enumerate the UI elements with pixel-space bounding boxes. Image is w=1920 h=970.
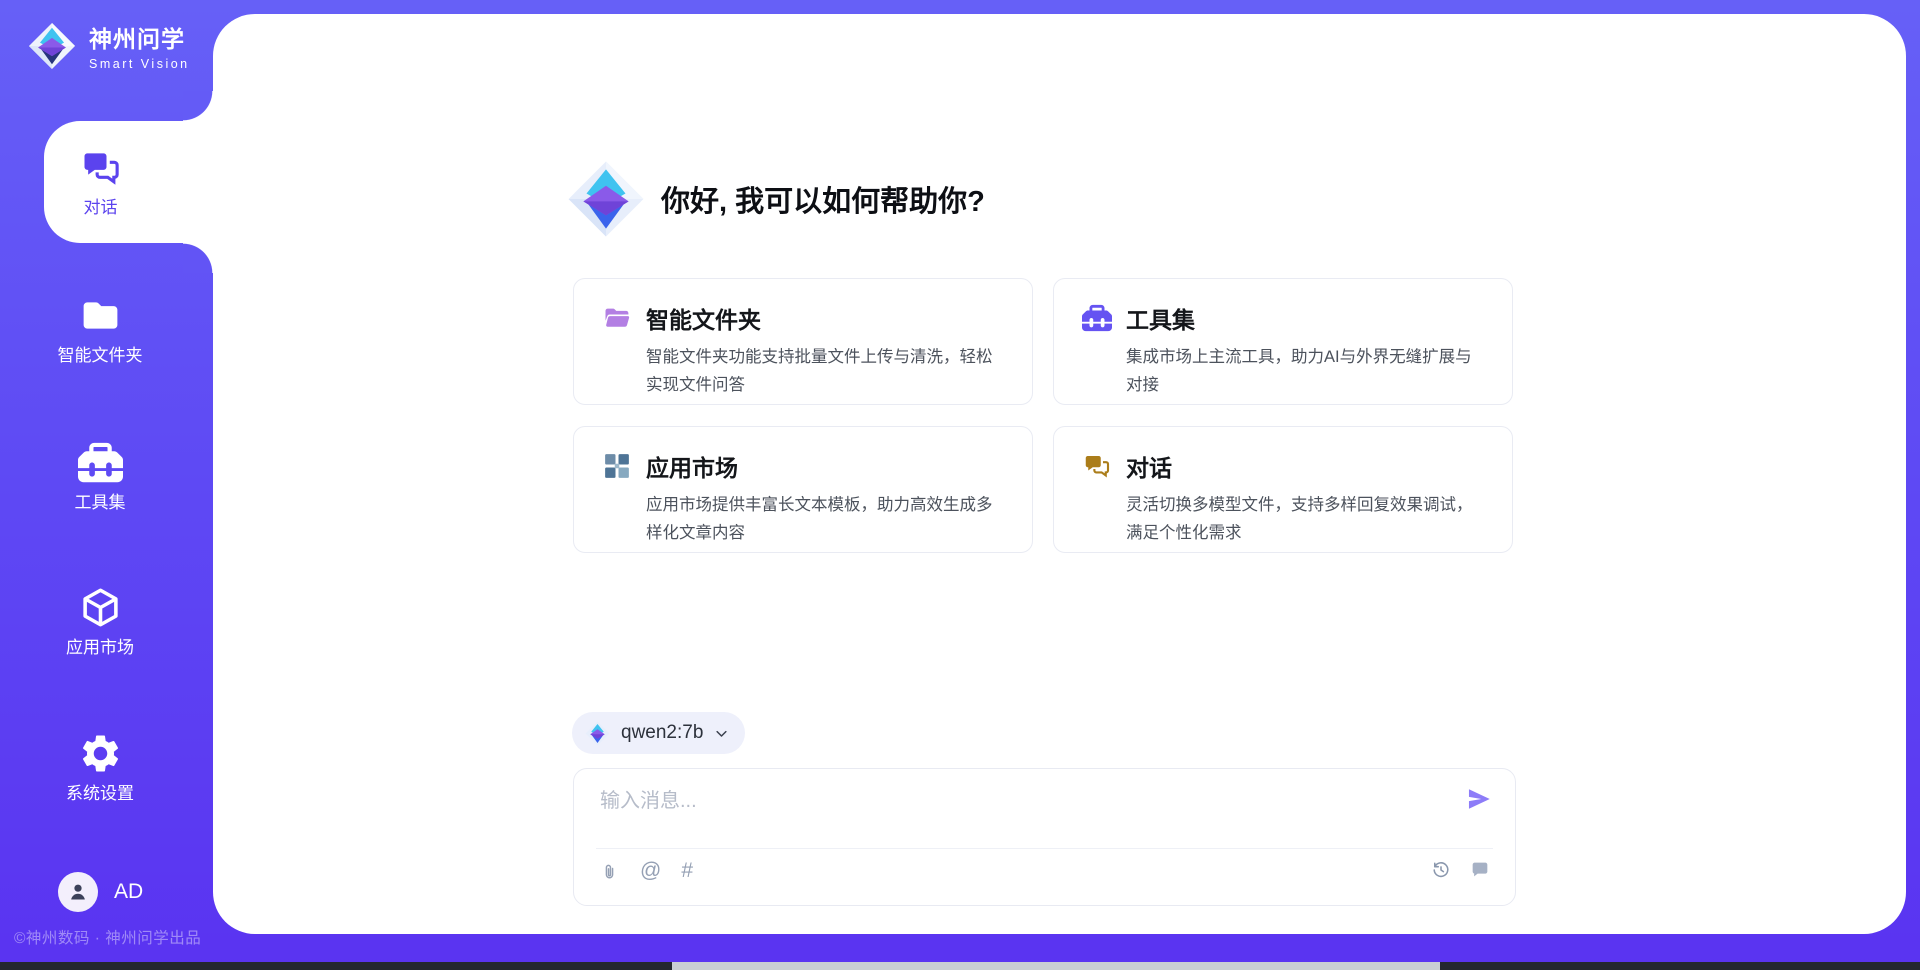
user-profile[interactable]: AD (58, 872, 143, 912)
brand-name: 神州问学 (89, 20, 190, 54)
send-icon (1465, 785, 1493, 813)
copyright-footer: ©神州数码 · 神州问学出品 (14, 926, 201, 948)
card-title: 工具集 (1126, 301, 1195, 335)
main-content: 你好, 我可以如何帮助你? 智能文件夹 智能文件夹功能支持批量文件上传与清洗，轻… (573, 0, 1516, 970)
brand-logo-icon (28, 22, 76, 70)
sidebar-item-toolset[interactable]: 工具集 (0, 440, 200, 514)
history-icon[interactable] (1430, 859, 1452, 881)
card-smart-folder[interactable]: 智能文件夹 智能文件夹功能支持批量文件上传与清洗，轻松实现文件问答 (573, 278, 1033, 405)
card-toolset[interactable]: 工具集 集成市场上主流工具，助力AI与外界无缝扩展与对接 (1053, 278, 1513, 405)
card-title: 应用市场 (646, 449, 738, 483)
gear-icon (78, 731, 123, 776)
quick-chat-icon[interactable] (1469, 859, 1491, 881)
feature-cards: 智能文件夹 智能文件夹功能支持批量文件上传与清洗，轻松实现文件问答 工具集 集成… (573, 278, 1513, 553)
composer-actions (1430, 859, 1491, 881)
person-icon (66, 880, 90, 904)
greeting: 你好, 我可以如何帮助你? (567, 160, 985, 238)
sidebar-item-label: 系统设置 (66, 783, 134, 805)
card-description: 灵活切换多模型文件，支持多样回复效果调试，满足个性化需求 (1126, 491, 1488, 547)
message-input[interactable] (600, 783, 1440, 819)
sidebar-item-app-market[interactable]: 应用市场 (0, 585, 200, 659)
composer-tools: @ # (599, 859, 693, 883)
avatar (58, 872, 98, 912)
chat-icon (1082, 451, 1112, 481)
toolbox-icon (1082, 303, 1112, 333)
card-description: 集成市场上主流工具，助力AI与外界无缝扩展与对接 (1126, 343, 1488, 399)
chevron-down-icon (714, 726, 729, 741)
card-title: 智能文件夹 (646, 301, 761, 335)
message-composer: @ # (573, 768, 1516, 906)
model-selector[interactable]: qwen2:7b (572, 712, 745, 754)
folder-icon (78, 293, 123, 338)
model-logo-icon (585, 721, 610, 746)
sidebar-item-label: 应用市场 (66, 637, 134, 659)
model-name: qwen2:7b (621, 722, 703, 744)
card-chat[interactable]: 对话 灵活切换多模型文件，支持多样回复效果调试，满足个性化需求 (1053, 426, 1513, 553)
sidebar-item-label: 智能文件夹 (58, 345, 143, 367)
grid-icon (602, 451, 632, 481)
hash-icon[interactable]: # (681, 859, 693, 883)
greeting-title: 你好, 我可以如何帮助你? (661, 178, 985, 220)
user-name: AD (114, 880, 143, 904)
attach-icon[interactable] (599, 861, 620, 882)
sidebar-item-chat[interactable]: 对话 (44, 121, 213, 243)
sidebar: 神州问学 Smart Vision 对话 智能文件夹 工具集 应用市场 (0, 0, 213, 962)
screen-bottom-edge (0, 962, 1920, 970)
sidebar-item-label: 对话 (84, 197, 118, 219)
mention-icon[interactable]: @ (640, 859, 661, 883)
sidebar-item-settings[interactable]: 系统设置 (0, 731, 200, 805)
composer-divider (596, 848, 1493, 849)
send-button[interactable] (1465, 785, 1493, 813)
assistant-logo-icon (567, 160, 645, 238)
card-app-market[interactable]: 应用市场 应用市场提供丰富长文本模板，助力高效生成多样化文章内容 (573, 426, 1033, 553)
cube-icon (78, 585, 123, 630)
sidebar-item-label: 工具集 (75, 492, 126, 514)
toolbox-icon (78, 440, 123, 485)
sidebar-item-smart-folder[interactable]: 智能文件夹 (0, 293, 200, 367)
brand-subtitle: Smart Vision (89, 57, 190, 71)
brand: 神州问学 Smart Vision (28, 20, 190, 71)
folder-open-icon (602, 303, 632, 333)
chat-icon (79, 146, 123, 190)
card-title: 对话 (1126, 449, 1172, 483)
card-description: 应用市场提供丰富长文本模板，助力高效生成多样化文章内容 (646, 491, 1008, 547)
card-description: 智能文件夹功能支持批量文件上传与清洗，轻松实现文件问答 (646, 343, 1008, 399)
